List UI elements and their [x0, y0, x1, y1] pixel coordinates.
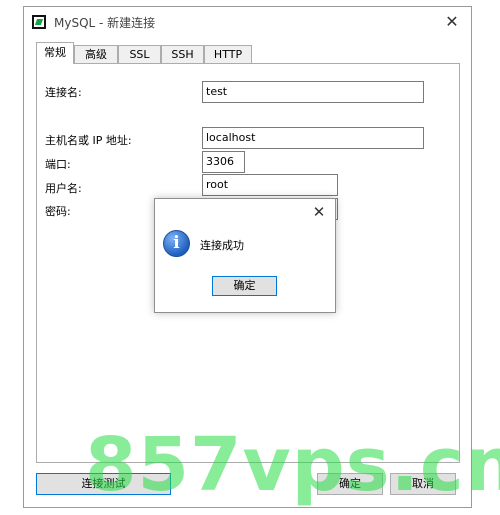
tab-ssl[interactable]: SSL: [118, 45, 161, 63]
cancel-button[interactable]: 取消: [390, 473, 456, 495]
dialog-close-button[interactable]: ✕: [309, 202, 329, 222]
connection-success-dialog: ✕ i 连接成功 确定: [154, 198, 336, 313]
dialog-ok-button[interactable]: 确定: [212, 276, 277, 296]
tab-general[interactable]: 常规: [36, 42, 74, 64]
host-input[interactable]: localhost: [202, 127, 424, 149]
port-label: 端口:: [45, 158, 71, 171]
tab-ssh[interactable]: SSH: [161, 45, 204, 63]
connection-name-label: 连接名:: [45, 86, 82, 99]
test-connection-button[interactable]: 连接测试: [36, 473, 171, 495]
window-title: MySQL - 新建连接: [54, 16, 156, 30]
window-close-button[interactable]: ✕: [439, 11, 465, 33]
username-input[interactable]: root: [202, 174, 338, 196]
password-label: 密码:: [45, 205, 71, 218]
title-bar: MySQL - 新建连接 ✕: [24, 7, 471, 37]
tab-advanced[interactable]: 高级: [74, 45, 118, 63]
info-icon: i: [163, 230, 190, 257]
host-label: 主机名或 IP 地址:: [45, 134, 132, 147]
username-label: 用户名:: [45, 182, 82, 195]
navicat-app-icon: [32, 15, 46, 29]
dialog-message: 连接成功: [200, 239, 244, 252]
ok-button[interactable]: 确定: [317, 473, 383, 495]
port-input[interactable]: 3306: [202, 151, 245, 173]
tab-http[interactable]: HTTP: [204, 45, 252, 63]
connection-name-input[interactable]: test: [202, 81, 424, 103]
